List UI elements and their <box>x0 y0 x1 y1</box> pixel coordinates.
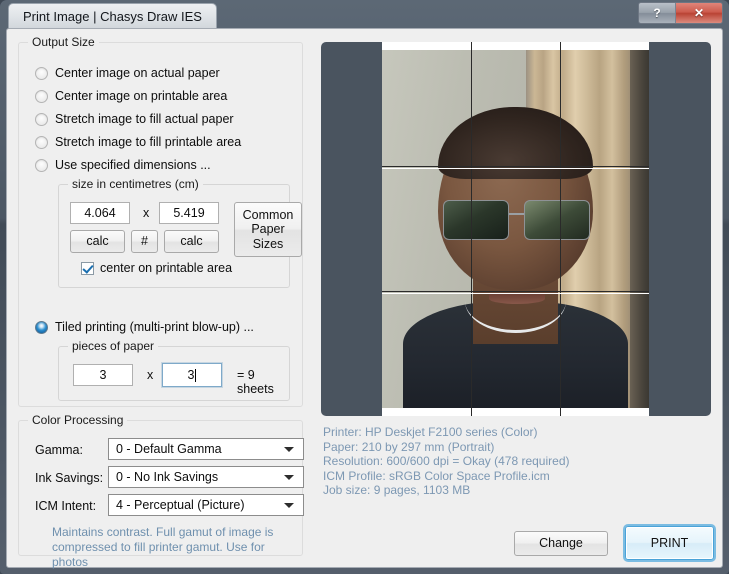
radio-label: Center image on actual paper <box>55 66 220 80</box>
radio-indicator <box>35 136 48 149</box>
calc-height-button[interactable]: calc <box>164 230 219 253</box>
print-button[interactable]: PRINT <box>625 526 714 560</box>
chevron-down-icon <box>284 475 294 480</box>
pieces-legend: pieces of paper <box>68 339 158 353</box>
change-printer-button[interactable]: Change <box>514 531 608 556</box>
tile-gridline-horizontal-2-hl <box>382 293 649 294</box>
icm-intent-label: ICM Intent: <box>35 499 96 513</box>
photo-lens-right <box>524 200 590 239</box>
radio-use-specified-dimensions[interactable]: Use specified dimensions ... <box>35 158 211 172</box>
window-controls: ? ✕ <box>638 2 723 24</box>
tile-gridline-horizontal-1 <box>382 166 649 167</box>
paper-sheet <box>382 42 649 416</box>
radio-stretch-actual-paper[interactable]: Stretch image to fill actual paper <box>35 112 234 126</box>
output-size-legend: Output Size <box>28 35 99 49</box>
checkbox-indicator <box>81 262 94 275</box>
title-bar: Print Image | Chasys Draw IES ? ✕ <box>0 0 729 30</box>
dialog-client-area: Output Size Center image on actual paper… <box>6 28 723 568</box>
size-separator: x <box>143 206 149 220</box>
photo-sunglasses <box>443 200 590 239</box>
tile-gridline-horizontal-1-hl <box>382 168 649 169</box>
radio-label: Stretch image to fill printable area <box>55 135 241 149</box>
lock-aspect-button[interactable]: # <box>131 230 158 253</box>
radio-label: Stretch image to fill actual paper <box>55 112 234 126</box>
size-in-centimetres-group: size in centimetres (cm) 4.064 x 5.419 c… <box>58 184 290 288</box>
radio-indicator <box>35 90 48 103</box>
tiles-separator: x <box>147 368 153 382</box>
center-on-printable-area-checkbox[interactable]: center on printable area <box>81 261 232 275</box>
radio-stretch-printable-area[interactable]: Stretch image to fill printable area <box>35 135 241 149</box>
photo-lens-left <box>443 200 509 239</box>
window-title: Print Image | Chasys Draw IES <box>23 9 202 24</box>
radio-label: Use specified dimensions ... <box>55 158 211 172</box>
window-title-tab: Print Image | Chasys Draw IES <box>8 3 217 28</box>
radio-center-actual-paper[interactable]: Center image on actual paper <box>35 66 220 80</box>
color-processing-group: Color Processing Gamma: 0 - Default Gamm… <box>18 420 303 556</box>
gamma-label: Gamma: <box>35 443 83 457</box>
icm-intent-select[interactable]: 4 - Perceptual (Picture) <box>108 494 304 516</box>
close-button[interactable]: ✕ <box>676 3 722 23</box>
gamma-value: 0 - Default Gamma <box>116 442 222 456</box>
radio-indicator <box>35 113 48 126</box>
chevron-down-icon <box>284 447 294 452</box>
chevron-down-icon <box>284 503 294 508</box>
radio-label: Tiled printing (multi-print blow-up) ... <box>55 320 254 334</box>
tiles-columns-input[interactable]: 3 <box>73 364 133 386</box>
common-paper-sizes-button[interactable]: Common Paper Sizes <box>234 202 302 257</box>
radio-indicator <box>35 67 48 80</box>
ink-savings-value: 0 - No Ink Savings <box>116 470 218 484</box>
text-caret <box>195 369 196 382</box>
tile-gridline-vertical-2 <box>560 42 561 416</box>
icm-intent-hint: Maintains contrast. Full gamut of image … <box>52 525 297 570</box>
size-group-legend: size in centimetres (cm) <box>68 177 203 191</box>
pieces-of-paper-group: pieces of paper 3 x 3 = 9 sheets <box>58 346 290 401</box>
height-input[interactable]: 5.419 <box>159 202 219 224</box>
calc-width-button[interactable]: calc <box>70 230 125 253</box>
tile-gridline-horizontal-2 <box>382 291 649 292</box>
radio-indicator <box>35 159 48 172</box>
icm-intent-value: 4 - Perceptual (Picture) <box>116 498 245 512</box>
help-button[interactable]: ? <box>639 3 676 23</box>
photo-curtain-shadow <box>630 50 649 408</box>
radio-indicator <box>35 321 48 334</box>
radio-center-printable-area[interactable]: Center image on printable area <box>35 89 227 103</box>
tiles-result-label: = 9 sheets <box>237 368 289 396</box>
radio-tiled-printing[interactable]: Tiled printing (multi-print blow-up) ... <box>35 320 254 334</box>
output-size-group: Output Size Center image on actual paper… <box>18 42 303 407</box>
ink-savings-label: Ink Savings: <box>35 471 103 485</box>
color-processing-legend: Color Processing <box>28 413 127 427</box>
width-input[interactable]: 4.064 <box>70 202 130 224</box>
gamma-select[interactable]: 0 - Default Gamma <box>108 438 304 460</box>
print-dialog-window: Print Image | Chasys Draw IES ? ✕ Output… <box>0 0 729 574</box>
tile-gridline-vertical-1 <box>471 42 472 416</box>
photo-glasses-bridge <box>509 213 524 215</box>
preview-photo <box>382 50 649 408</box>
radio-label: Center image on printable area <box>55 89 227 103</box>
checkbox-label: center on printable area <box>100 261 232 275</box>
print-preview-panel[interactable] <box>321 42 711 416</box>
tiles-rows-input[interactable]: 3 <box>162 363 222 387</box>
printer-info-text: Printer: HP Deskjet F2100 series (Color)… <box>323 425 718 498</box>
tiles-rows-value: 3 <box>188 368 195 382</box>
ink-savings-select[interactable]: 0 - No Ink Savings <box>108 466 304 488</box>
